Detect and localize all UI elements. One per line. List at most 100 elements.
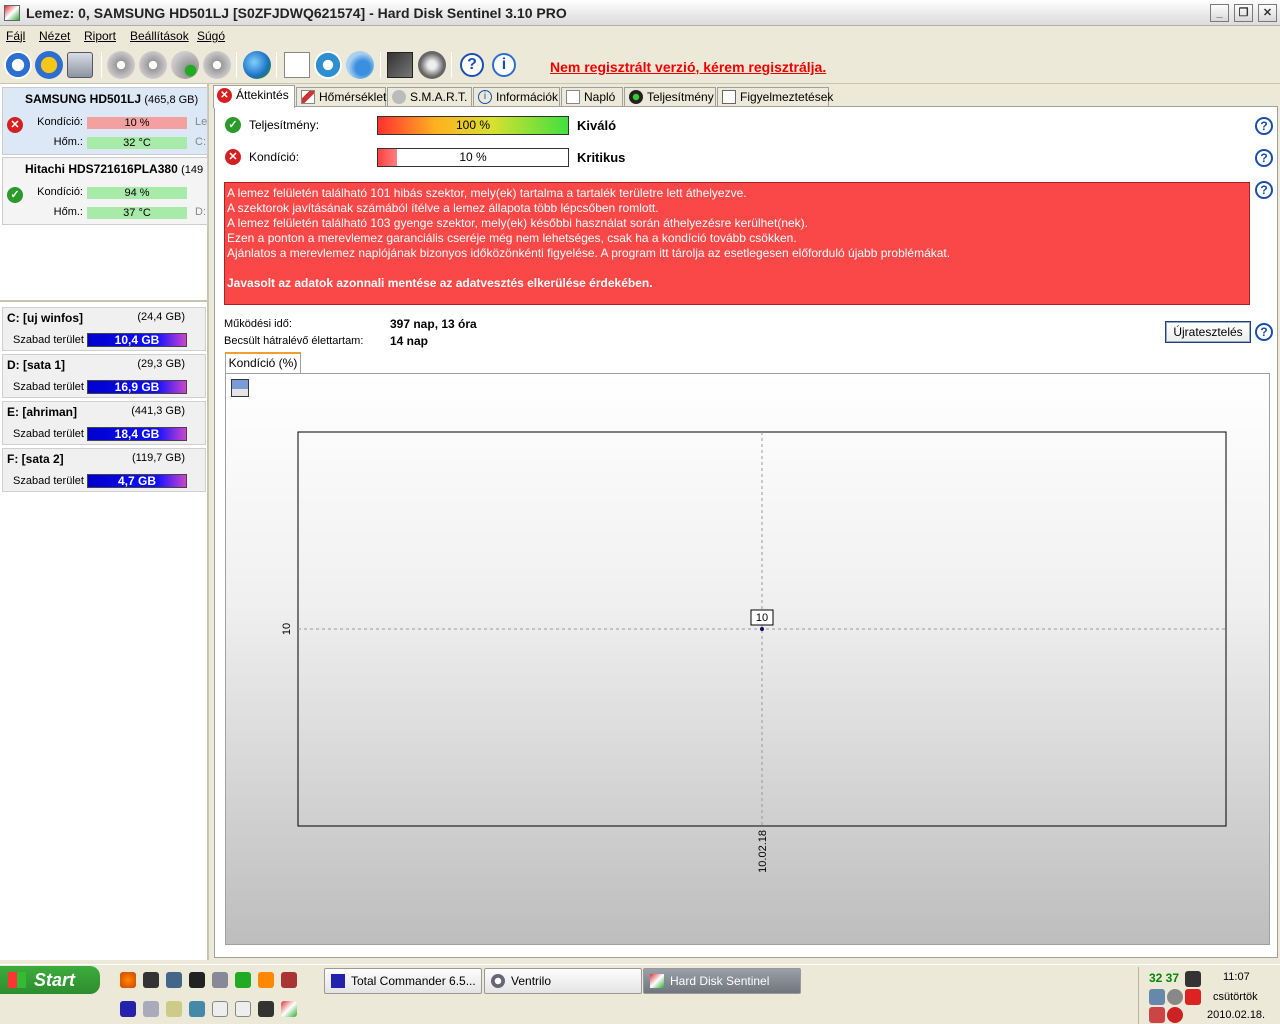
info-icon: i xyxy=(478,90,492,104)
tray-icon[interactable] xyxy=(1167,989,1183,1005)
alert-line: A lemez felületén található 103 gyenge s… xyxy=(227,216,808,230)
partition-d[interactable]: D: [sata 1] (29,3 GB) Szabad terület 16,… xyxy=(2,354,206,398)
help-icon[interactable]: ? xyxy=(1255,117,1273,135)
hdsentinel-icon xyxy=(650,974,664,988)
start-button[interactable]: Start xyxy=(0,966,100,994)
monitor-icon[interactable] xyxy=(143,972,159,988)
help-icon[interactable]: ? xyxy=(1255,323,1273,341)
document-icon[interactable] xyxy=(212,1001,228,1017)
task-total-commander[interactable]: Total Commander 6.5... xyxy=(324,968,482,994)
minimize-button[interactable]: _ xyxy=(1210,4,1229,22)
app-icon xyxy=(4,5,20,21)
data-label: 10 xyxy=(756,612,768,624)
disk-check-icon[interactable] xyxy=(171,51,199,79)
task-hard-disk-sentinel[interactable]: Hard Disk Sentinel xyxy=(643,968,801,994)
partition-name: E: [ahriman] xyxy=(7,405,78,419)
sync-icon[interactable] xyxy=(314,51,342,79)
security-tray-icon[interactable] xyxy=(1185,989,1201,1005)
globe-icon[interactable] xyxy=(243,51,271,79)
disk-test-icon[interactable] xyxy=(203,51,231,79)
tab-performance[interactable]: Teljesítmény xyxy=(624,87,716,107)
save-icon[interactable] xyxy=(120,1001,136,1017)
hdsentinel-icon[interactable] xyxy=(281,1001,297,1017)
steam-icon[interactable] xyxy=(189,972,205,988)
maximize-button[interactable]: ❐ xyxy=(1234,4,1253,22)
report-icon[interactable] xyxy=(284,52,310,78)
tab-log[interactable]: Napló xyxy=(561,87,623,107)
warning-icon[interactable] xyxy=(35,51,63,79)
refresh-icon[interactable] xyxy=(4,51,32,79)
menu-settings[interactable]: Beállítások xyxy=(130,29,189,43)
toolbar-separator xyxy=(236,52,237,78)
windows-logo-icon xyxy=(8,972,26,988)
monitor-icon[interactable] xyxy=(387,52,413,78)
chart-svg: 10 10 10.02.18 xyxy=(281,431,1227,873)
register-link[interactable]: Nem regisztrált verzió, kérem regisztrál… xyxy=(550,59,826,75)
partition-e[interactable]: E: [ahriman] (441,3 GB) Szabad terület 1… xyxy=(2,401,206,445)
partition-name: F: [sata 2] xyxy=(7,452,64,466)
tab-alerts[interactable]: Figyelmeztetések xyxy=(717,87,833,107)
disk-tool-icon[interactable] xyxy=(107,51,135,79)
app-icon[interactable] xyxy=(212,972,228,988)
disk-side-text: D: xyxy=(195,206,206,218)
app-icon[interactable] xyxy=(258,1001,274,1017)
clock[interactable]: 11:07 xyxy=(1223,971,1250,983)
alert-line: Ajánlatos a merevlemez naplójának bizony… xyxy=(227,246,951,260)
condition-bar: 94 % xyxy=(87,187,187,199)
partition-size: (24,4 GB) xyxy=(137,311,185,323)
temperature-label: Hőm.: xyxy=(53,206,83,218)
app-icon[interactable] xyxy=(235,972,251,988)
tab-temperature[interactable]: Hőmérséklet xyxy=(296,87,386,107)
menu-report[interactable]: Riport xyxy=(84,29,116,43)
close-button[interactable]: ✕ xyxy=(1258,4,1277,22)
disk-tool-2-icon[interactable] xyxy=(139,51,167,79)
help-icon[interactable]: ? xyxy=(1255,149,1273,167)
shield-tray-icon[interactable] xyxy=(1167,1007,1183,1023)
disk-icon[interactable] xyxy=(67,52,93,78)
firefox-icon[interactable] xyxy=(120,972,136,988)
app-icon[interactable] xyxy=(166,1001,182,1017)
temperature-bar: 32 °C xyxy=(87,137,187,149)
app-icon[interactable] xyxy=(166,972,182,988)
menu-file[interactable]: Fájl xyxy=(6,29,25,43)
ok-icon: ✓ xyxy=(7,187,23,203)
weekday: csütörtök xyxy=(1213,991,1258,1003)
tray-temperatures[interactable]: 32 37 xyxy=(1149,971,1179,985)
help-icon[interactable]: ? xyxy=(460,53,484,77)
partition-f[interactable]: F: [sata 2] (119,7 GB) Szabad terület 4,… xyxy=(2,448,206,492)
tab-information[interactable]: i Információk xyxy=(473,87,560,107)
menu-view[interactable]: Nézet xyxy=(39,29,70,43)
volume-tray-icon[interactable] xyxy=(1149,1007,1165,1023)
condition-value: 10 % xyxy=(459,150,487,164)
remaining-label: Becsült hátralévő élettartam: xyxy=(224,335,364,347)
network-icon[interactable] xyxy=(346,51,374,79)
vlc-icon[interactable] xyxy=(258,972,274,988)
speaker-icon[interactable] xyxy=(418,51,446,79)
app-icon[interactable] xyxy=(189,1001,205,1017)
menu-help[interactable]: Súgó xyxy=(197,29,225,43)
partition-c[interactable]: C: [uj winfos] (24,4 GB) Szabad terület … xyxy=(2,307,206,351)
tab-overview[interactable]: ✕ Áttekintés xyxy=(213,85,295,108)
condition-bar: 10 % xyxy=(377,148,569,167)
remaining-value: 14 nap xyxy=(390,334,429,348)
save-icon[interactable] xyxy=(231,379,249,397)
document-icon[interactable] xyxy=(235,1001,251,1017)
temperature-label: Hőm.: xyxy=(53,136,83,148)
tab-smart[interactable]: S.M.A.R.T. xyxy=(387,87,472,107)
disk-card-hitachi[interactable]: Hitachi HDS721616PLA380 (149 ✓ Kondíció:… xyxy=(2,157,208,225)
ok-icon: ✓ xyxy=(225,117,241,133)
retest-button[interactable]: Újratesztelés xyxy=(1165,321,1251,343)
date: 2010.02.18. xyxy=(1207,1009,1266,1021)
condition-label: Kondíció: xyxy=(249,150,300,164)
free-space-label: Szabad terület xyxy=(13,428,84,440)
condition-chart: 10 10 10.02.18 xyxy=(225,373,1270,945)
info-icon[interactable]: i xyxy=(492,53,516,77)
help-icon[interactable]: ? xyxy=(1255,181,1273,199)
disk-card-samsung[interactable]: SAMSUNG HD501LJ (465,8 GB) ✕ Kondíció: 1… xyxy=(2,87,208,155)
steam-tray-icon[interactable] xyxy=(1185,971,1201,987)
tab-condition-chart[interactable]: Kondíció (%) xyxy=(225,352,301,373)
app-icon[interactable] xyxy=(143,1001,159,1017)
app-icon[interactable] xyxy=(281,972,297,988)
task-ventrilo[interactable]: Ventrilo xyxy=(484,968,642,994)
network-tray-icon[interactable] xyxy=(1149,989,1165,1005)
